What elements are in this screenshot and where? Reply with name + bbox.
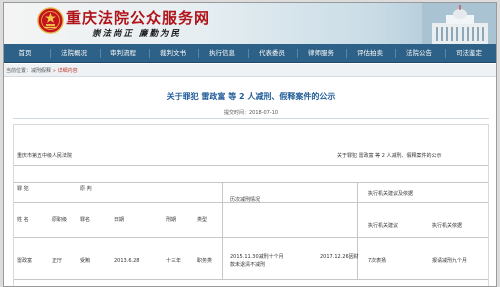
article-title: 关于罪犯 雷政富 等 2 人减刑、假释案件的公示 (166, 92, 336, 101)
nav-divider (50, 49, 51, 58)
row-history-2: 2017.12.26因财 (320, 254, 359, 260)
row-post: 正厅 (52, 258, 63, 264)
article-divider (13, 118, 489, 119)
court-building-image (422, 3, 496, 44)
nav-divider (100, 49, 101, 58)
breadcrumb-section-link[interactable]: 减刑假释 (31, 68, 51, 74)
court-name: 重庆市第五中级人民法院 (17, 153, 73, 159)
nav-item-representatives[interactable]: 代表委员 (254, 44, 290, 63)
col-type: 类型 (197, 217, 208, 223)
nav-item-court-notices[interactable]: 法院公告 (401, 44, 437, 63)
col-post: 原职级 (52, 217, 68, 223)
nav-divider (445, 49, 446, 58)
row-crime: 受贿 (80, 258, 91, 264)
group-criminal: 罪 犯 (17, 186, 29, 192)
col-name: 姓 名 (17, 217, 29, 223)
table-rule (222, 182, 223, 279)
group-original-sentence: 原 判 (80, 186, 92, 192)
col-proposal: 执行机关建议及依据 (368, 191, 414, 197)
breadcrumb-prefix: 当前位置： (6, 68, 32, 74)
row-history-note: 款未退清不减刑 (230, 262, 266, 268)
notice-heading: 关于罪犯 雷政富 等 2 人减刑、假释案件的公示 (337, 153, 442, 159)
nav-item-judicial-appraisal[interactable]: 司法鉴定 (451, 44, 487, 63)
col-term: 刑期 (166, 217, 177, 223)
breadcrumb-separator: > (52, 68, 56, 73)
nav-item-auctions[interactable]: 评估拍卖 (352, 44, 388, 63)
nav-item-court-overview[interactable]: 法院概况 (56, 44, 92, 63)
col-history: 历次减刑情况 (230, 197, 261, 203)
row-proposal: 报请减刑九个月 (432, 258, 468, 264)
nav-item-enforcement[interactable]: 执行信息 (204, 44, 240, 63)
site-header: 重庆法院公众服务网 崇法尚正 廉勤为民 (4, 3, 496, 44)
nav-item-trial-process[interactable]: 审判流程 (105, 44, 141, 63)
table-rule (14, 182, 488, 183)
row-term: 十三年 (166, 258, 182, 264)
nav-divider (297, 49, 298, 58)
main-nav: 首页 法院概况 审判流程 裁判文书 执行信息 代表委员 律师服务 评估拍卖 法院… (4, 44, 496, 63)
nav-divider (346, 49, 347, 58)
row-name: 雷政富 (17, 258, 33, 264)
col-proposal-basis: 执行机关依据 (432, 223, 463, 229)
site-motto: 崇法尚正 廉勤为民 (92, 29, 181, 39)
breadcrumb: 当前位置：减刑假释 > 详细内容 (4, 64, 496, 77)
row-basis: 7次表扬 (368, 258, 387, 264)
article-date-label: 提交时间： (223, 110, 249, 116)
table-rule (357, 182, 358, 279)
nav-item-home[interactable]: 首页 (8, 44, 42, 63)
nav-divider (198, 49, 199, 58)
nav-divider (248, 49, 249, 58)
article-date: 提交时间：2018-07-10 (4, 109, 496, 116)
court-emblem-icon (37, 7, 64, 34)
row-date: 2013.6.28 (114, 258, 140, 264)
nav-item-judgments[interactable]: 裁判文书 (155, 44, 191, 63)
nav-divider (149, 49, 150, 58)
row-history: 2015.11.30减刑十个月 (230, 254, 284, 260)
col-crime: 罪名 (80, 217, 91, 223)
browser-page: 重庆法院公众服务网 崇法尚正 廉勤为民 首页 法院概况 审判流程 裁判文书 执行… (3, 2, 497, 287)
notice-document: 重庆市第五中级人民法院 关于罪犯 雷政富 等 2 人减刑、假释案件的公示 罪 犯… (13, 124, 489, 286)
nav-divider (395, 49, 396, 58)
site-title[interactable]: 重庆法院公众服务网 (66, 7, 210, 28)
col-proposal-text: 执行机关建议 (368, 223, 399, 229)
table-rule (14, 237, 488, 238)
nav-item-lawyer-services[interactable]: 律师服务 (303, 44, 339, 63)
breadcrumb-current: 详细内容 (57, 68, 78, 74)
table-rule (14, 165, 488, 166)
col-date: 日期 (114, 217, 125, 223)
article-date-value: 2018-07-10 (248, 110, 279, 116)
row-type: 职务类 (197, 258, 213, 264)
table-rule (14, 279, 488, 280)
